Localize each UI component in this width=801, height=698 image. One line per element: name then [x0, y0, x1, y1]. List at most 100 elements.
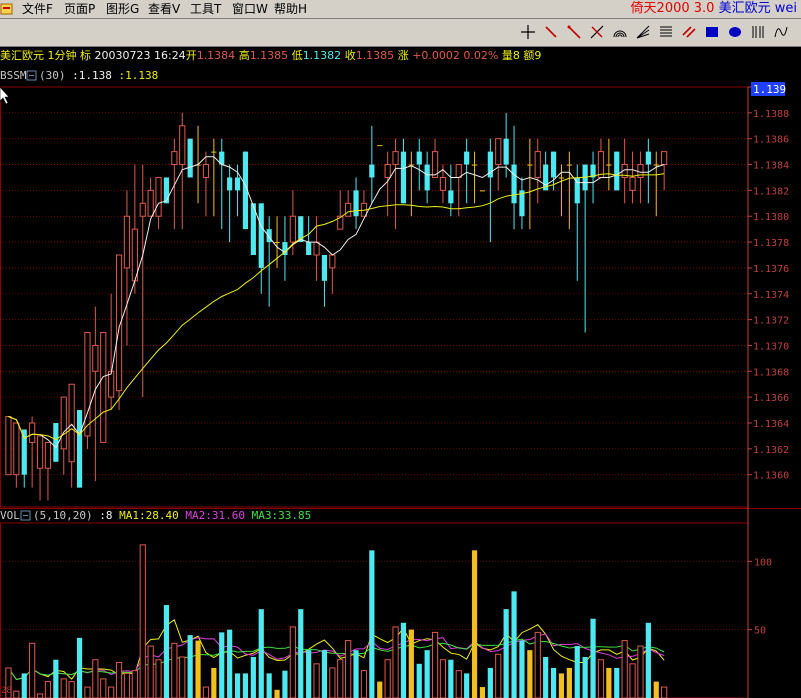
candle-body-down	[511, 164, 517, 204]
volume-bar-down	[250, 656, 256, 698]
price-ma-line	[8, 156, 665, 449]
candle-body-up	[155, 176, 162, 217]
volume-bar-up	[36, 693, 44, 698]
current-price-badge: 1.139	[751, 82, 786, 96]
amount-label: 额	[523, 49, 535, 62]
price-tick-label: 1.1384	[753, 161, 789, 172]
volume-bar-up	[495, 653, 502, 698]
candle-body-up	[495, 138, 502, 166]
volume-bar-down	[282, 670, 288, 698]
volume-bar-up	[155, 659, 162, 698]
menu-page[interactable]: 页面P	[64, 1, 95, 17]
price-trend-line	[8, 173, 665, 441]
candle-body-down	[448, 190, 454, 204]
volume-indicator-values: (5,10,20) :8 MA1:28.40 MA2:31.60 MA3:33.…	[33, 509, 311, 522]
volume-bar-down	[369, 550, 375, 698]
quote-flag: 标	[80, 49, 91, 62]
fan-icon[interactable]	[633, 22, 653, 42]
candle-body-up	[44, 441, 52, 469]
period-lines-icon[interactable]	[748, 22, 768, 42]
rect-outline-icon[interactable]	[702, 22, 722, 42]
crosshair-icon[interactable]	[518, 22, 538, 42]
volume-bar-down	[298, 609, 304, 698]
price-indicator-name: BSSM	[0, 69, 27, 82]
volume-bar-up	[637, 645, 644, 698]
candle-body-down	[424, 164, 430, 191]
candle-body-flat	[527, 164, 533, 166]
candle-body-down	[574, 177, 580, 204]
candle-body-up	[202, 164, 210, 178]
candle-body-down	[53, 423, 59, 462]
volume-bar-up	[621, 640, 628, 698]
change-pct: 0.02%	[463, 49, 499, 62]
volume-bar-up	[597, 659, 605, 698]
volume-bar-up	[60, 678, 67, 698]
volume-panel-collapse-icon[interactable]	[20, 510, 31, 521]
candle-body-down	[321, 255, 328, 281]
menu-graph[interactable]: 图形G	[106, 1, 139, 17]
parallel-icon[interactable]	[679, 22, 699, 42]
candle-body-down	[187, 138, 193, 178]
candle-body-up	[84, 332, 91, 437]
quote-period: 1分钟	[47, 49, 77, 62]
candle-body-down	[645, 151, 651, 165]
candle-body-up	[455, 164, 462, 178]
arc-icon[interactable]	[610, 22, 630, 42]
quote-symbol: 美汇欧元	[0, 49, 44, 62]
candle-body-flat	[274, 242, 280, 244]
candle-body-down	[258, 203, 264, 268]
volume-bar-down	[219, 632, 225, 698]
volume-bar-down	[400, 622, 407, 698]
menu-file[interactable]: 文件F	[22, 1, 53, 17]
candle-body-up	[384, 164, 391, 178]
chart-area[interactable]: 1.1360 1.1362 1.1364 1.1366 1.1368 1.1370 1.13…	[0, 66, 801, 698]
menu-help[interactable]: 帮助H	[274, 1, 307, 17]
price-tick-label: 1.1374	[753, 290, 789, 301]
candle-body-flat	[566, 164, 572, 166]
price-tick-label: 1.1382	[753, 186, 789, 197]
app-icon[interactable]	[0, 1, 14, 17]
candle-body-down	[76, 410, 83, 488]
volume-bar-down	[21, 673, 27, 698]
candle-body-down	[416, 151, 422, 165]
candle-body-up	[313, 241, 320, 256]
menu-window[interactable]: 窗口W	[232, 1, 268, 17]
arrow-line-icon[interactable]	[587, 22, 607, 42]
current-price: 1.139	[753, 83, 786, 96]
ray-icon[interactable]	[564, 22, 584, 42]
candle-body-up	[60, 396, 67, 450]
volume-bar-down	[234, 673, 241, 698]
volume-bar-up	[108, 686, 115, 698]
volume-bar-up	[313, 663, 320, 698]
candle-body-down	[614, 151, 620, 191]
low-label: 低	[291, 49, 303, 62]
filled-rect-icon[interactable]	[725, 22, 745, 42]
menu-tools[interactable]: 工具T	[190, 1, 221, 17]
price-panel-collapse-icon[interactable]	[26, 70, 37, 81]
candle-body-up	[179, 125, 186, 166]
volume-bar-down	[416, 663, 422, 698]
wave-icon[interactable]	[771, 22, 791, 42]
quote-line: 美汇欧元 1分钟 标 20030723 16:24开1.1384 高1.1385…	[0, 47, 801, 65]
line-icon[interactable]	[541, 22, 561, 42]
candle-body-flat	[377, 145, 383, 147]
candle-body-up	[100, 332, 107, 443]
candle-body-down	[227, 177, 233, 191]
volume-indicator-params: (5,10,20)	[33, 509, 93, 522]
candle-body-up	[147, 189, 154, 217]
volume-bar-up	[123, 672, 131, 698]
channel-icon[interactable]	[656, 22, 676, 42]
candle-body-up	[534, 151, 541, 178]
volume-bar-down	[543, 656, 549, 698]
candle-body-up	[329, 254, 336, 269]
ma1-label: MA1	[119, 509, 139, 522]
candle-body-up	[171, 151, 178, 166]
candle-body-flat	[558, 177, 565, 179]
volume-bar-up	[455, 670, 462, 698]
drawing-toolbar	[0, 19, 801, 47]
menu-view[interactable]: 查看V	[148, 1, 180, 17]
app-title-user: wei	[774, 1, 797, 16]
volume-bar-down	[274, 689, 280, 698]
volume-bar-down	[448, 659, 454, 698]
volume-bar-up	[431, 631, 439, 698]
